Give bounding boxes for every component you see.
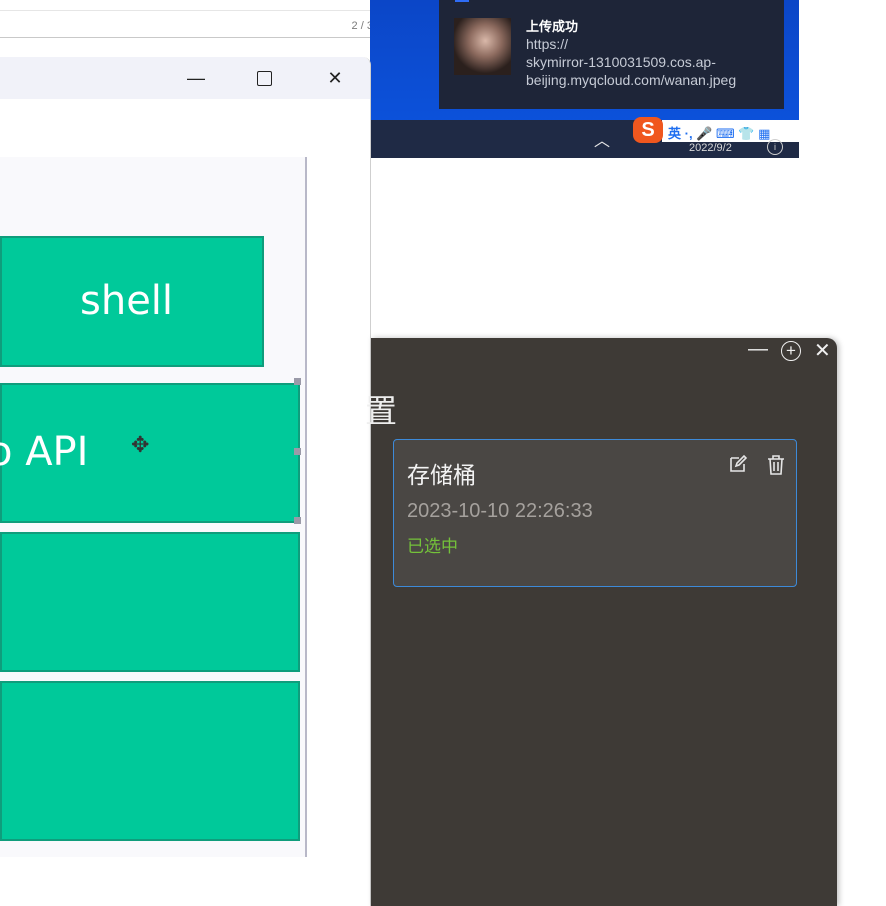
canvas-border-line xyxy=(305,157,307,857)
taskbar-date[interactable]: 2022/9/2 xyxy=(689,142,732,154)
maximize-icon xyxy=(256,71,272,86)
delete-icon[interactable] xyxy=(766,454,786,476)
notification-center-icon[interactable]: i xyxy=(767,139,783,155)
panel-heading: 置 xyxy=(365,393,398,429)
shape-block[interactable] xyxy=(0,532,300,672)
shape-block-shell[interactable]: shell xyxy=(0,236,264,367)
block-label: shell xyxy=(80,278,174,324)
taskbar: ︿ S 英 ·, 🎤 ⌨ 👕 ▦ 2022/9/2 i xyxy=(370,117,799,158)
maximize-button[interactable] xyxy=(249,65,279,91)
panel-minimize-button[interactable]: — xyxy=(748,338,768,361)
shape-block[interactable] xyxy=(0,681,300,841)
editor-window: — ✕ shell o API ✥ xyxy=(0,57,371,906)
resize-handle[interactable] xyxy=(294,378,301,385)
notification-title: 上传成功 xyxy=(526,19,579,34)
ime-language-toolbar[interactable]: 英 ·, 🎤 ⌨ 👕 ▦ xyxy=(668,123,770,142)
minimize-button[interactable]: — xyxy=(181,65,211,91)
upload-notification[interactable]: 上传成功 https:// skymirror-1310031509.cos.a… xyxy=(439,0,784,109)
edit-icon[interactable] xyxy=(728,454,748,474)
close-button[interactable]: ✕ xyxy=(320,65,350,91)
resize-handle[interactable] xyxy=(294,517,301,524)
move-cursor-icon: ✥ xyxy=(131,432,150,457)
chevron-up-icon[interactable]: ︿ xyxy=(594,127,610,151)
bucket-card[interactable]: 存储桶 2023-10-10 22:26:33 已选中 xyxy=(393,439,797,587)
divider xyxy=(0,10,409,11)
desktop-area: 上传成功 https:// skymirror-1310031509.cos.a… xyxy=(370,0,799,158)
selected-status: 已选中 xyxy=(407,537,458,556)
resize-handle[interactable] xyxy=(294,448,301,455)
shape-block-api[interactable]: o API xyxy=(0,383,300,523)
settings-panel: 置 — + ✕ 存储桶 2023-10-10 22:26:33 已选中 xyxy=(365,338,837,906)
document-window-strip: 2 / 3 词 xyxy=(0,0,410,38)
block-label: o API xyxy=(0,429,89,475)
sogou-ime-icon[interactable]: S xyxy=(633,117,663,143)
notification-url: https:// skymirror-1310031509.cos.ap-bei… xyxy=(526,36,737,88)
drawing-canvas[interactable]: shell o API ✥ xyxy=(0,99,370,906)
window-titlebar: — ✕ xyxy=(0,57,370,99)
panel-add-button[interactable]: + xyxy=(781,341,801,361)
panel-close-button[interactable]: ✕ xyxy=(814,338,831,363)
bucket-timestamp: 2023-10-10 22:26:33 xyxy=(407,500,593,522)
accent-strip xyxy=(455,0,469,2)
uploaded-image-thumbnail xyxy=(454,18,511,75)
bucket-name: 存储桶 xyxy=(407,462,476,488)
